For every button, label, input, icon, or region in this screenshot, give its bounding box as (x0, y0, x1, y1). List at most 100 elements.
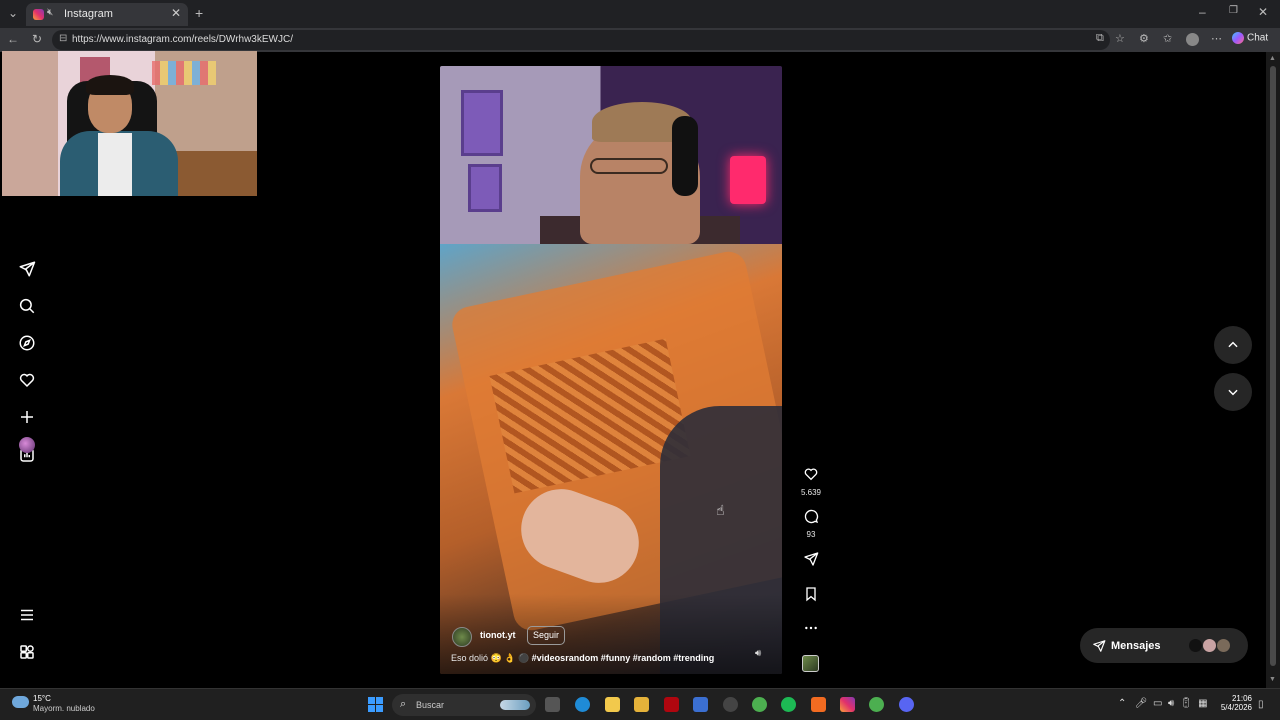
profile-icon[interactable] (1186, 33, 1199, 46)
send-icon (804, 552, 819, 566)
tab-title: Instagram (64, 8, 113, 20)
audio-thumbnail[interactable] (802, 655, 819, 672)
messages-label: Mensajes (1111, 640, 1161, 652)
app-icon[interactable] (723, 697, 738, 712)
new-tab-icon[interactable]: + (195, 5, 203, 21)
taskbar-clock[interactable]: 21:06 5/4/2026 (1216, 694, 1252, 712)
scroll-up-icon[interactable]: ▲ (1269, 55, 1276, 62)
apps-icon[interactable] (16, 641, 38, 663)
weather-condition: Mayorm. nublado (33, 704, 95, 713)
minimize-icon[interactable]: – (1199, 5, 1206, 19)
clock-date: 5/4/2026 (1220, 703, 1252, 712)
chrome-icon[interactable] (752, 697, 767, 712)
more-icon (805, 626, 817, 630)
share-button[interactable] (800, 551, 822, 572)
clock-time: 21:06 (1231, 694, 1252, 703)
messages-button[interactable]: Mensajes (1080, 628, 1248, 663)
chevron-down-icon (1228, 389, 1238, 396)
address-bar: ← ↻ ⊟ https://www.instagram.com/reels/DW… (0, 28, 1280, 52)
search-icon: ⌕ (400, 698, 407, 710)
weather-cloud-icon (12, 696, 29, 708)
more-icon[interactable]: ⋯ (1211, 32, 1222, 45)
follow-button[interactable]: Seguir (527, 626, 566, 645)
streamer-headset (672, 116, 698, 196)
extensions-icon[interactable]: ⚙ (1139, 32, 1149, 45)
plus-icon[interactable] (16, 406, 38, 428)
contact-avatar (1216, 638, 1231, 653)
tab-list-icon[interactable]: ⌄ (8, 6, 18, 20)
webcam-shirt (98, 133, 132, 196)
award-plaque (468, 164, 502, 212)
save-button[interactable] (800, 586, 822, 607)
mouse-cursor-icon: ☝︎ (716, 502, 725, 518)
heart-icon[interactable] (16, 369, 38, 391)
windows-taskbar: 15°C Mayorm. nublado ⌕ Buscar ⌃ 🎤︎ ▭ 🔊︎ … (0, 688, 1280, 720)
notification-icon[interactable]: ▯ (1258, 699, 1264, 710)
comment-count: 93 (806, 530, 816, 539)
webcam-hair (86, 75, 134, 95)
caption-hashtags[interactable]: #videosrandom #funny #random #trending (532, 653, 715, 663)
favorite-star-icon[interactable]: ☆ (1115, 32, 1125, 45)
discord-icon[interactable] (899, 697, 914, 712)
favorites-icon[interactable]: ✩ (1163, 32, 1172, 45)
split-screen-icon[interactable]: ⧉ (1096, 32, 1104, 45)
reel-caption[interactable]: Eso dolió 😳 👌 ⚫ #videosrandom #funny #ra… (451, 653, 714, 664)
start-button[interactable] (368, 697, 383, 712)
streamer-glasses (590, 158, 668, 174)
volume-icon[interactable]: 🔊︎ (755, 648, 761, 659)
next-reel-button[interactable] (1214, 373, 1252, 411)
heart-icon (804, 468, 818, 481)
contact-avatar (1188, 638, 1203, 653)
tab-mute-icon[interactable]: 🔇︎ (47, 7, 53, 18)
instagram-icon[interactable] (840, 697, 855, 712)
spotify-icon[interactable] (781, 697, 796, 712)
browser-tab[interactable]: 🔇︎ Instagram ✕ (26, 3, 188, 26)
weather-temperature: 15°C (33, 694, 51, 703)
task-view-icon[interactable] (545, 697, 560, 712)
webcam-overlay (2, 51, 257, 196)
like-button[interactable]: 5.639 (800, 466, 822, 497)
search-icon[interactable] (16, 295, 38, 317)
chrome-icon[interactable] (869, 697, 884, 712)
previous-reel-button[interactable] (1214, 326, 1252, 364)
reel-video[interactable] (440, 66, 782, 674)
file-explorer-icon[interactable] (634, 697, 649, 712)
store-icon[interactable] (693, 697, 708, 712)
instagram-favicon-icon (33, 9, 44, 20)
bookmark-icon (806, 587, 816, 602)
author-username[interactable]: tionot.yt (480, 630, 516, 640)
caption-text: Eso dolió 😳 👌 ⚫ (451, 653, 530, 663)
neon-sign (730, 156, 766, 204)
site-info-icon[interactable]: ⊟ (59, 33, 67, 44)
search-highlight-image (500, 700, 530, 710)
scroll-down-icon[interactable]: ▼ (1269, 676, 1276, 683)
taskbar-search[interactable]: ⌕ Buscar (392, 694, 536, 716)
page-scrollbar[interactable]: ▲ ▼ (1266, 52, 1280, 688)
profile-avatar[interactable] (19, 437, 35, 453)
like-count: 5.639 (800, 488, 822, 497)
copilot-icon (1232, 32, 1244, 44)
comment-button[interactable]: 93 (800, 508, 822, 539)
scrollbar-thumb[interactable] (1270, 66, 1276, 666)
tab-close-icon[interactable]: ✕ (171, 6, 181, 20)
window-close-icon[interactable]: ✕ (1258, 5, 1268, 19)
award-plaque (461, 90, 503, 156)
contact-avatar (1202, 638, 1217, 653)
author-avatar[interactable] (452, 627, 472, 647)
copilot-chat-button[interactable]: Chat (1232, 32, 1268, 44)
netflix-icon[interactable] (664, 697, 679, 712)
sticky-notes-icon[interactable] (605, 697, 620, 712)
back-icon[interactable]: ← (7, 32, 19, 46)
app-icon[interactable] (811, 697, 826, 712)
explore-icon[interactable] (16, 332, 38, 354)
system-tray[interactable]: ⌃ 🎤︎ ▭ 🔊︎ 🔋︎ ▦ (1118, 698, 1208, 709)
send-icon[interactable] (16, 258, 38, 280)
reload-icon[interactable]: ↻ (32, 32, 42, 46)
search-placeholder: Buscar (416, 700, 445, 710)
more-options-button[interactable] (800, 620, 822, 641)
restore-icon[interactable]: ❐ (1229, 5, 1238, 16)
edge-icon[interactable] (575, 697, 590, 712)
url-field[interactable]: ⊟ https://www.instagram.com/reels/DWrhw3… (52, 30, 1110, 50)
menu-icon[interactable] (16, 604, 38, 626)
chevron-up-icon (1228, 341, 1238, 348)
